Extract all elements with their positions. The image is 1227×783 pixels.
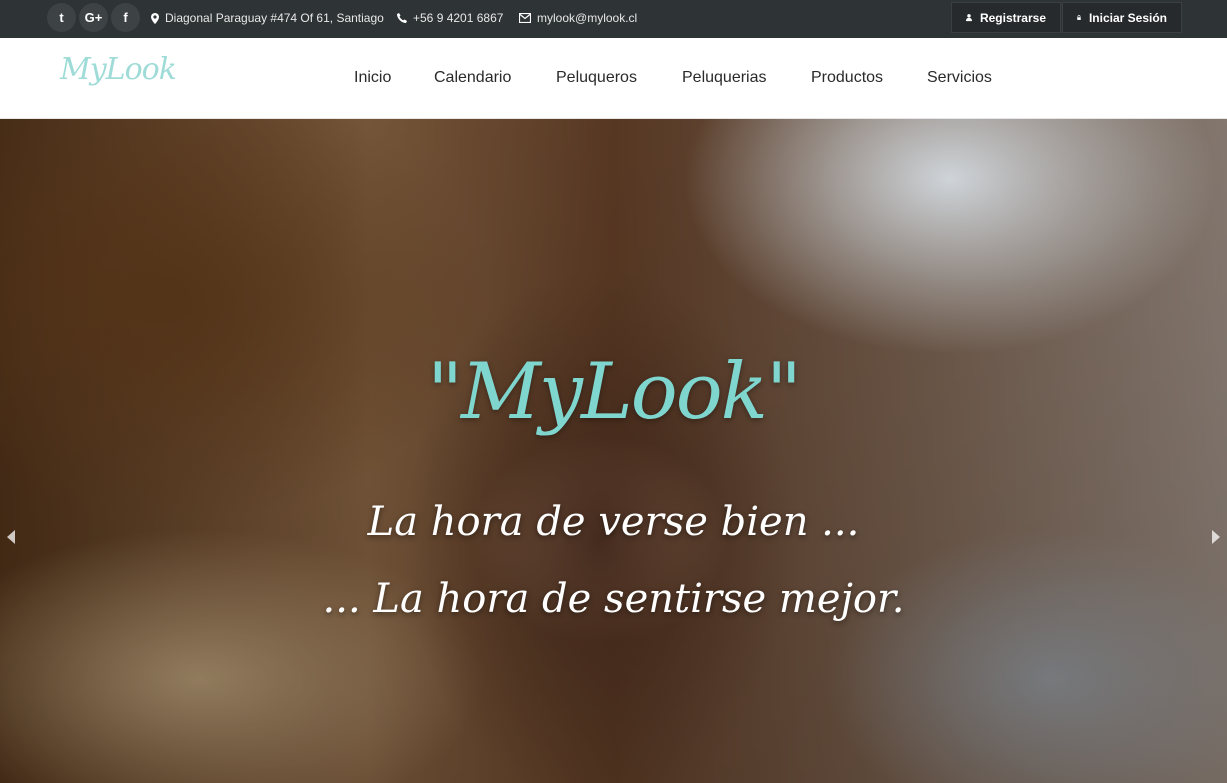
register-button[interactable]: Registrarse <box>951 2 1061 33</box>
hero-background-photo <box>0 119 1227 783</box>
slider-prev-arrow-icon[interactable] <box>4 527 18 547</box>
hero-tagline-1: La hora de verse bien ... <box>367 499 860 545</box>
hero-slider: "MyLook" La hora de verse bien ... ... L… <box>0 119 1227 783</box>
envelope-icon <box>519 13 531 23</box>
register-label: Registrarse <box>979 10 1046 25</box>
slider-next-arrow-icon[interactable] <box>1209 527 1223 547</box>
hero-tagline-2: ... La hora de sentirse mejor. <box>322 576 905 622</box>
phone-icon <box>397 13 407 23</box>
phone-text: +56 9 4201 6867 <box>413 11 504 25</box>
address-info: Diagonal Paraguay #474 Of 61, Santiago <box>151 11 384 25</box>
top-bar: t G+ f Diagonal Paraguay #474 Of 61, San… <box>0 0 1227 38</box>
nav-item-productos[interactable]: Productos <box>811 69 883 87</box>
nav-item-servicios[interactable]: Servicios <box>927 69 992 87</box>
login-button[interactable]: Iniciar Sesión <box>1062 2 1182 33</box>
main-navbar: MyLook Inicio Calendario Peluqueros Pelu… <box>0 38 1227 119</box>
nav-item-calendario[interactable]: Calendario <box>434 69 511 87</box>
site-logo[interactable]: MyLook <box>60 52 177 87</box>
email-info[interactable]: mylook@mylook.cl <box>519 11 637 25</box>
hero-title: "MyLook" <box>427 347 802 437</box>
nav-item-peluquerias[interactable]: Peluquerias <box>682 69 767 87</box>
nav-item-peluqueros[interactable]: Peluqueros <box>556 69 637 87</box>
email-text[interactable]: mylook@mylook.cl <box>537 11 637 25</box>
phone-info: +56 9 4201 6867 <box>397 11 503 25</box>
nav-item-inicio[interactable]: Inicio <box>354 69 391 87</box>
twitter-icon[interactable]: t <box>47 3 76 32</box>
address-text: Diagonal Paraguay #474 Of 61, Santiago <box>165 11 384 25</box>
map-marker-icon <box>151 12 159 24</box>
login-label: Iniciar Sesión <box>1088 10 1167 25</box>
user-icon <box>966 14 972 22</box>
google-plus-icon[interactable]: G+ <box>79 3 108 32</box>
facebook-icon[interactable]: f <box>111 3 140 32</box>
lock-icon <box>1077 15 1081 20</box>
